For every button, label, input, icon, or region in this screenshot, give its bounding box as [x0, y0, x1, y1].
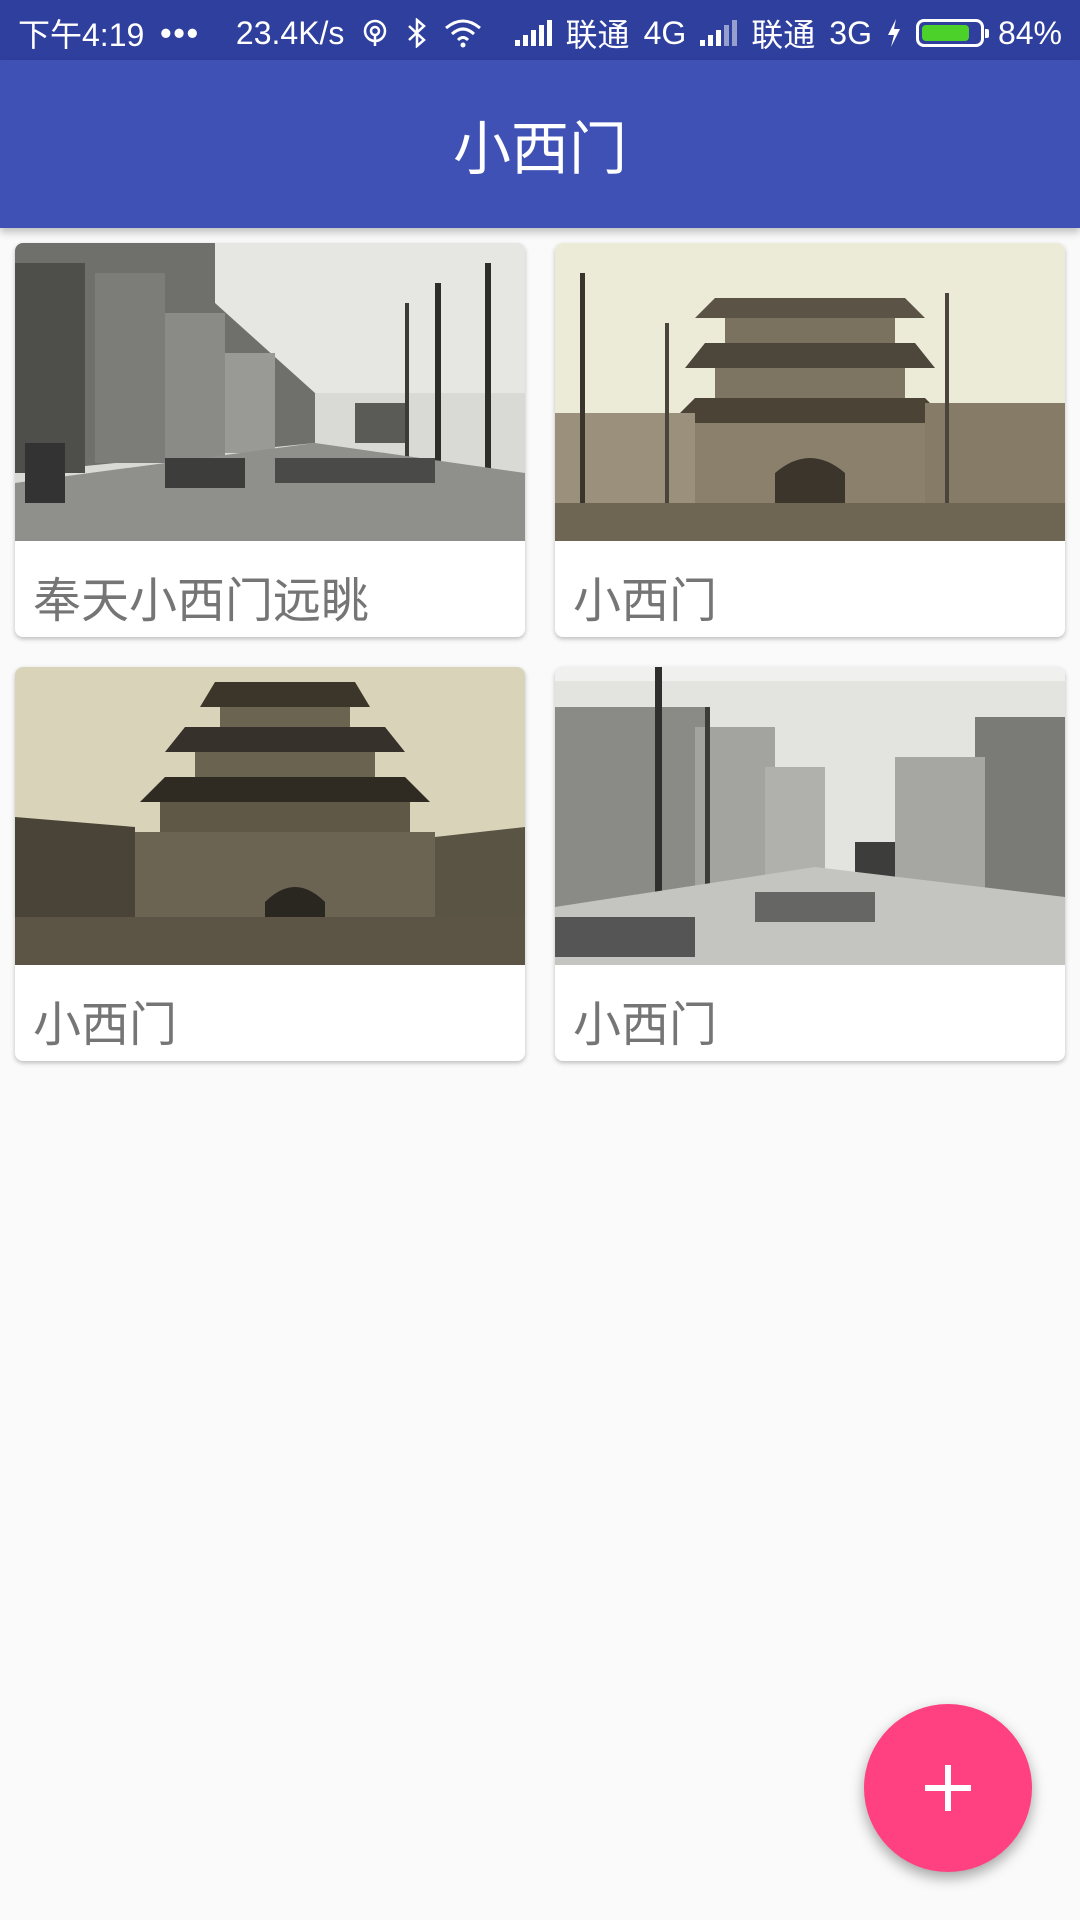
- more-notifications-icon: •••: [160, 14, 200, 51]
- card-title: 小西门: [573, 573, 718, 629]
- carrier-1: 联通: [565, 17, 630, 53]
- photo-card[interactable]: 小西门: [15, 667, 525, 1061]
- status-time: 下午4:19: [18, 17, 145, 53]
- app-bar: 小西门: [0, 60, 1080, 228]
- network-type-2: 3G: [829, 14, 872, 51]
- signal-icon: [700, 20, 738, 46]
- photo-card[interactable]: 小西门: [555, 667, 1065, 1061]
- status-bar: 下午4:19 ••• 23.4K/s 联通 4G 联通 3G 84%: [0, 0, 1080, 60]
- battery-level: [921, 25, 969, 41]
- photo-card[interactable]: 小西门: [555, 243, 1065, 637]
- carrier-2: 联通: [751, 17, 816, 53]
- photo-card[interactable]: 奉天小西门远眺: [15, 243, 525, 637]
- network-type-1: 4G: [643, 14, 687, 51]
- plus-icon: [925, 1765, 971, 1811]
- signal-icon: [514, 20, 552, 46]
- battery-percent: 84%: [997, 14, 1062, 51]
- card-title: 小西门: [33, 997, 178, 1053]
- battery-icon: [915, 19, 989, 47]
- wifi-icon: [445, 19, 482, 48]
- network-speed: 23.4K/s: [235, 14, 345, 51]
- add-button[interactable]: [864, 1704, 1032, 1872]
- bluetooth-icon: [408, 18, 427, 48]
- charging-icon: [887, 19, 900, 47]
- street-scene-photo: [15, 243, 525, 541]
- gate-tower-photo: [15, 667, 525, 965]
- page-title: 小西门: [452, 115, 627, 183]
- card-title: 小西门: [573, 997, 718, 1053]
- tram-street-photo: [555, 667, 1065, 965]
- gate-tower-photo: [555, 243, 1065, 541]
- card-title: 奉天小西门远眺: [33, 573, 370, 629]
- hotspot-icon: [364, 19, 387, 46]
